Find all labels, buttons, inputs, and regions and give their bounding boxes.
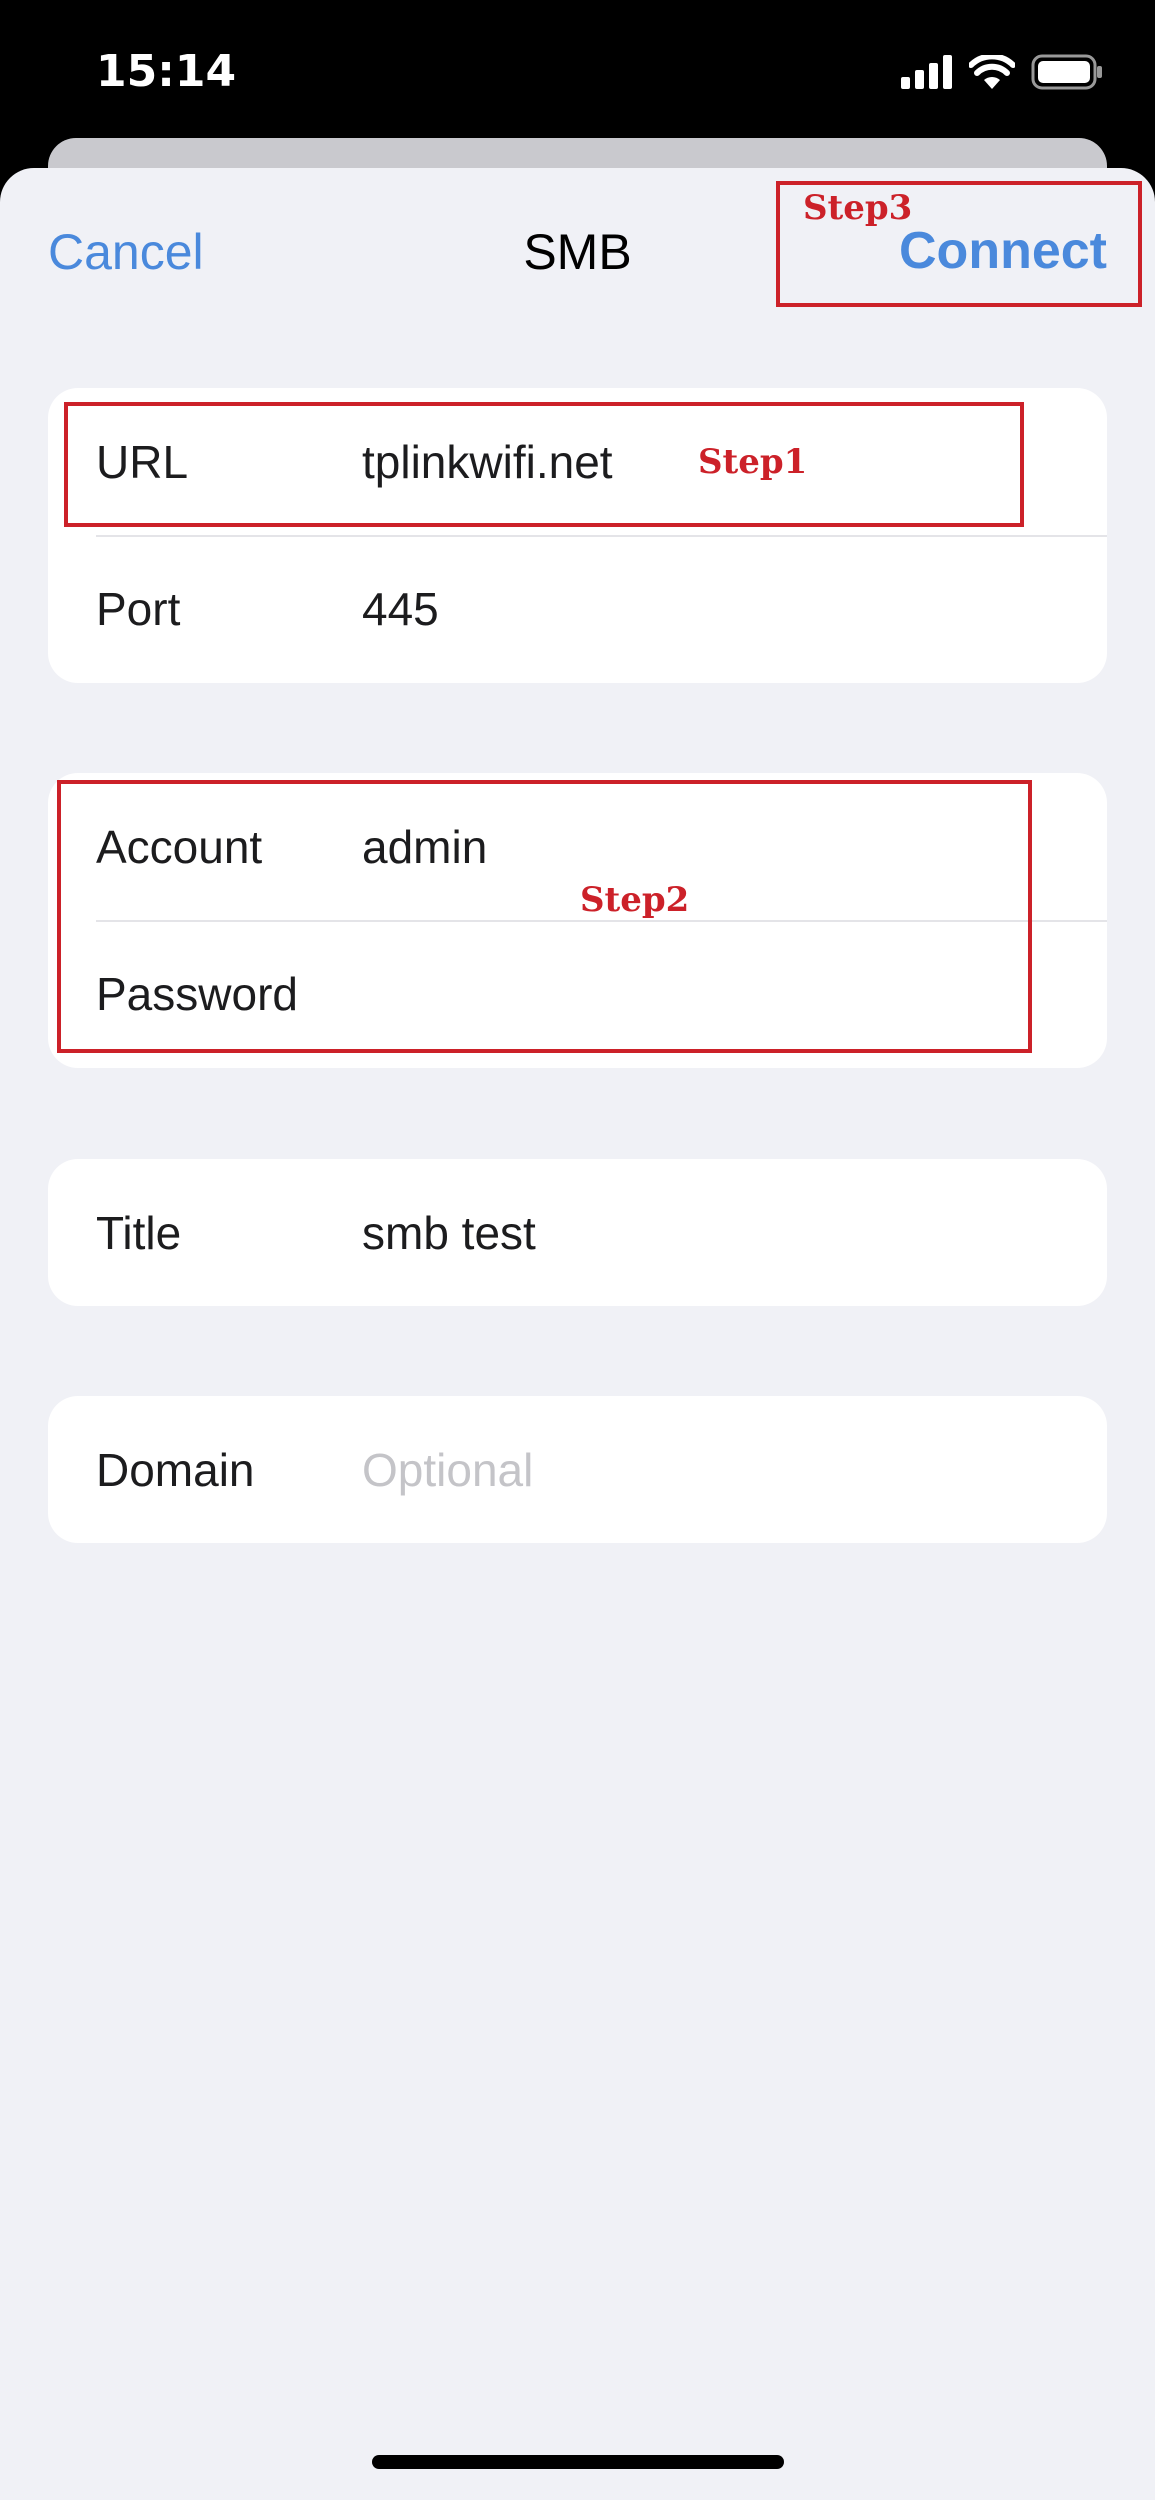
cancel-button[interactable]: Cancel xyxy=(48,220,204,284)
home-indicator xyxy=(372,2455,784,2469)
domain-group: Domain xyxy=(48,1396,1107,1543)
domain-label: Domain xyxy=(96,1443,255,1496)
step1-annotation: Step1 xyxy=(698,442,808,482)
port-row[interactable]: Port xyxy=(48,535,1107,682)
wifi-icon xyxy=(968,52,1016,94)
status-icons xyxy=(901,52,1103,95)
status-time: 15:14 xyxy=(96,46,237,97)
domain-input[interactable] xyxy=(362,1439,1062,1500)
battery-icon xyxy=(1031,54,1103,95)
title-label: Title xyxy=(96,1206,182,1259)
port-input[interactable] xyxy=(362,578,1062,639)
status-bar: 15:14 xyxy=(0,0,1155,140)
step1-highlight-box xyxy=(64,402,1024,527)
title-row[interactable]: Title xyxy=(48,1159,1107,1306)
title-input[interactable] xyxy=(362,1202,1062,1263)
step2-annotation: Step2 xyxy=(580,880,690,920)
step2-highlight-box xyxy=(57,780,1032,1053)
title-group: Title xyxy=(48,1159,1107,1306)
domain-row[interactable]: Domain xyxy=(48,1396,1107,1543)
cellular-signal-icon xyxy=(901,54,953,94)
step3-annotation: Step3 xyxy=(803,188,913,228)
port-label: Port xyxy=(96,582,181,635)
